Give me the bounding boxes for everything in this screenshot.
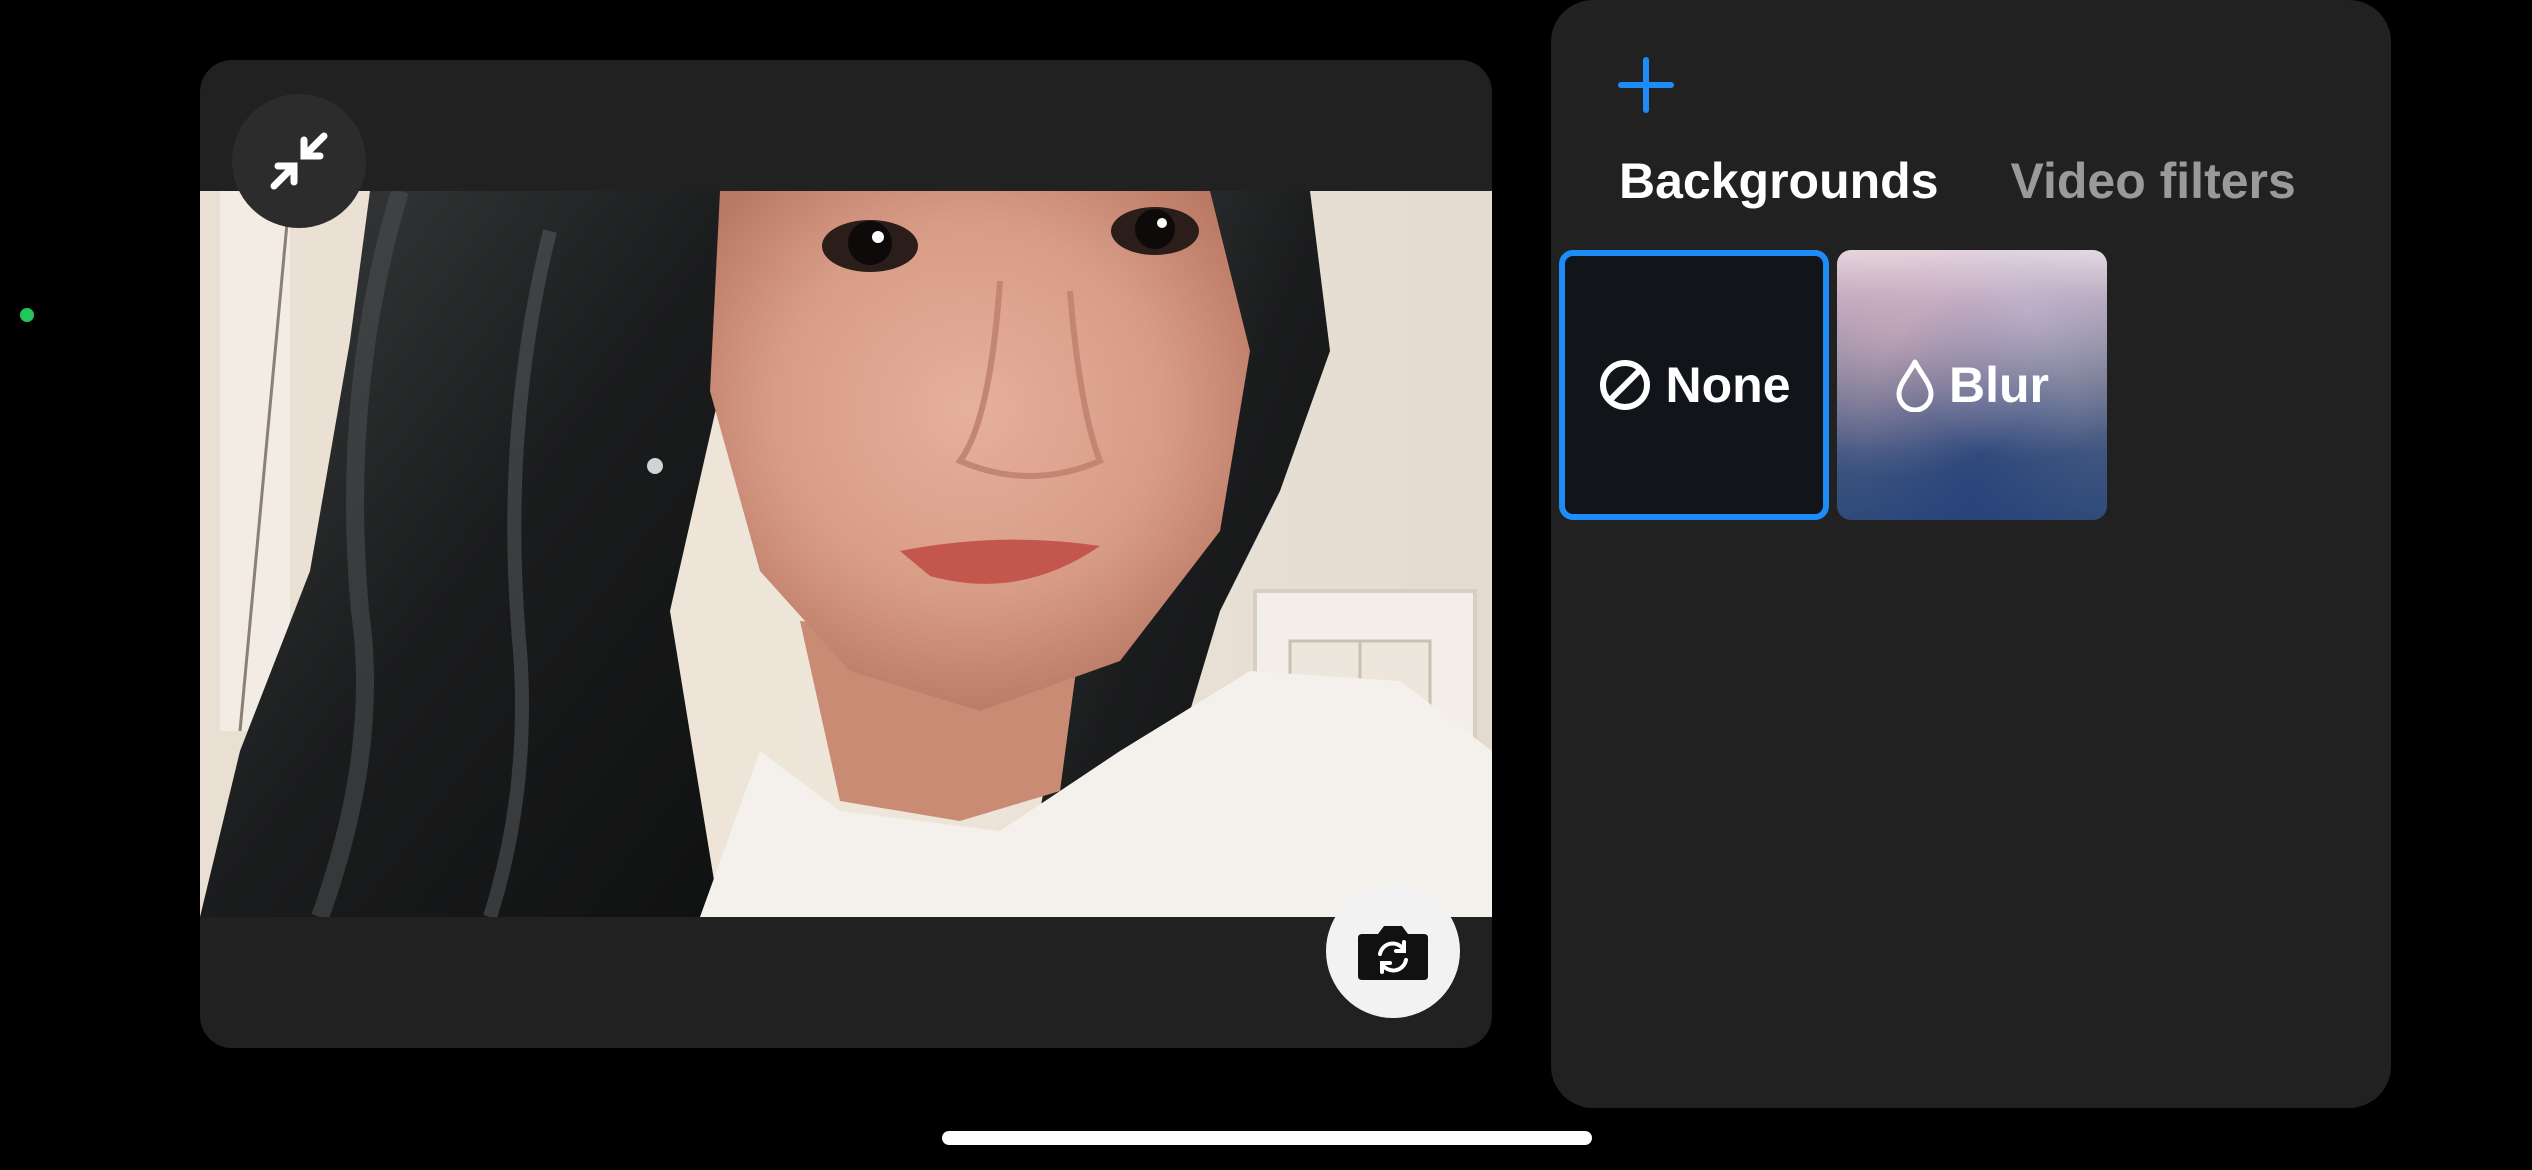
recording-indicator-dot (20, 308, 34, 322)
camera-flip-icon (1356, 920, 1430, 982)
background-option-blur-label: Blur (1949, 357, 2049, 413)
add-background-button[interactable] (1613, 52, 1679, 118)
flip-camera-button[interactable] (1326, 884, 1460, 1018)
camera-preview (200, 191, 1492, 917)
prohibited-icon (1598, 358, 1652, 412)
camera-feed-image (200, 191, 1492, 917)
background-options: None Blur (1559, 250, 2107, 520)
screen: Backgrounds Video filters None Blur (0, 0, 2532, 1170)
minimize-preview-button[interactable] (232, 94, 366, 228)
tab-backgrounds[interactable]: Backgrounds (1619, 152, 1939, 210)
home-indicator[interactable] (942, 1131, 1592, 1145)
tab-video-filters[interactable]: Video filters (2011, 152, 2296, 210)
video-preview-card (200, 60, 1492, 1048)
background-option-blur[interactable]: Blur (1837, 250, 2107, 520)
minimize-arrows-icon (264, 126, 334, 196)
effects-panel: Backgrounds Video filters None Blur (1551, 0, 2391, 1108)
effects-tabs: Backgrounds Video filters (1619, 152, 2296, 210)
plus-icon (1617, 56, 1675, 114)
background-option-none[interactable]: None (1559, 250, 1829, 520)
background-option-none-label: None (1665, 357, 1791, 413)
droplet-icon (1895, 358, 1935, 412)
